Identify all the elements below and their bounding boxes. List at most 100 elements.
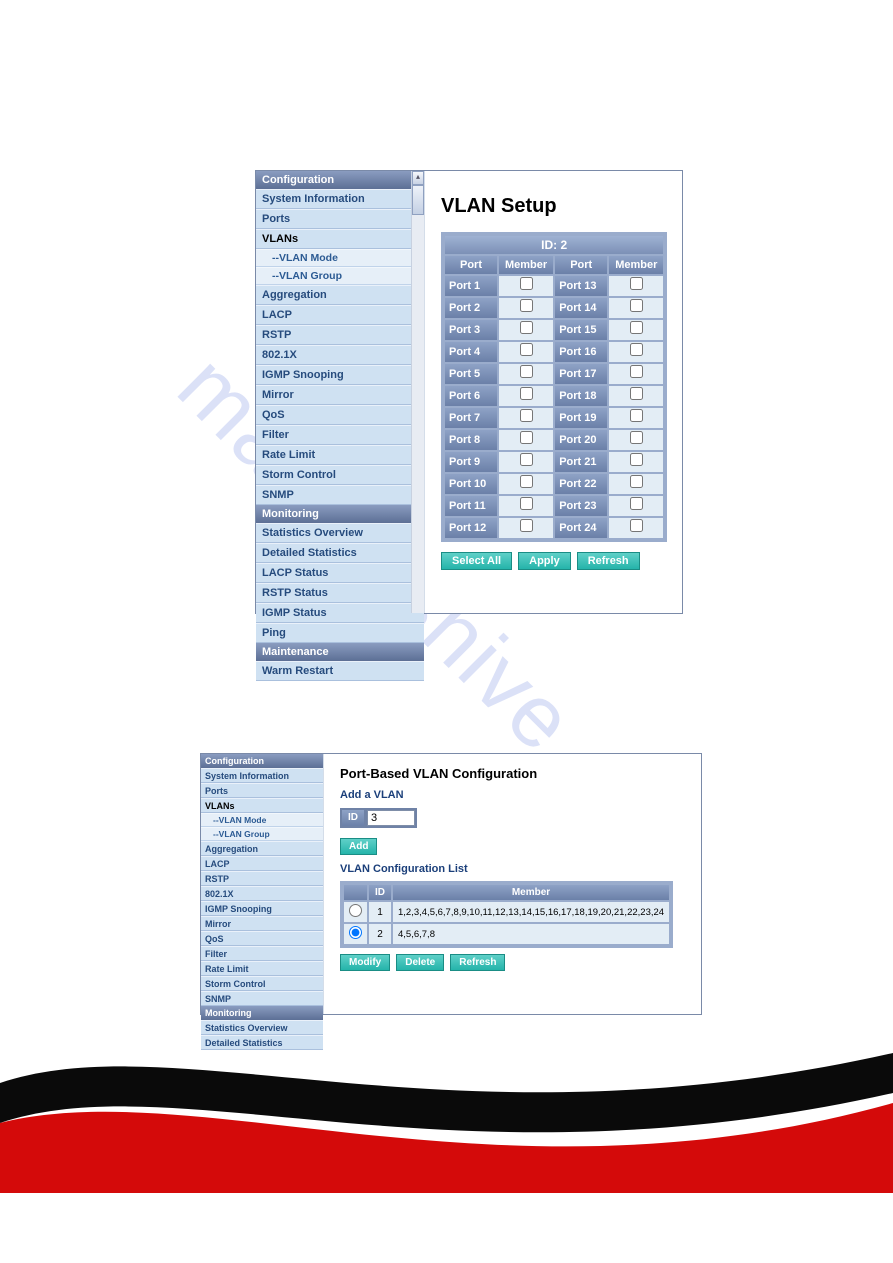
nav-section-configuration: Configuration (256, 171, 424, 189)
port-label: Port 20 (555, 430, 607, 450)
nav2-item-qos[interactable]: QoS (201, 931, 323, 946)
nav-item-ports[interactable]: Ports (256, 209, 424, 229)
nav-item-filter[interactable]: Filter (256, 425, 424, 445)
nav2-item-lacp[interactable]: LACP (201, 856, 323, 871)
nav-item-vlans[interactable]: VLANs (256, 229, 424, 249)
nav-item-detailed-statistics[interactable]: Detailed Statistics (256, 543, 424, 563)
nav2-item-rate-limit[interactable]: Rate Limit (201, 961, 323, 976)
port-member-checkbox[interactable] (520, 497, 533, 510)
port-member-checkbox[interactable] (630, 519, 643, 532)
port-member-checkbox[interactable] (630, 409, 643, 422)
port-member-checkbox[interactable] (630, 299, 643, 312)
port-label: Port 16 (555, 342, 607, 362)
nav-item-snmp[interactable]: SNMP (256, 485, 424, 505)
port-member-checkbox[interactable] (520, 387, 533, 400)
port-label: Port 7 (445, 408, 497, 428)
port-member-checkbox[interactable] (520, 343, 533, 356)
modify-button[interactable]: Modify (340, 954, 390, 971)
add-button[interactable]: Add (340, 838, 377, 855)
nav-item-qos[interactable]: QoS (256, 405, 424, 425)
col-member: Member (393, 885, 669, 900)
port-member-checkbox[interactable] (520, 431, 533, 444)
nav-item-mirror[interactable]: Mirror (256, 385, 424, 405)
vlan-row-radio[interactable] (349, 904, 362, 917)
port-member-checkbox[interactable] (520, 365, 533, 378)
nav2-item-igmp-snooping[interactable]: IGMP Snooping (201, 901, 323, 916)
port-member-checkbox[interactable] (630, 453, 643, 466)
port-member-checkbox[interactable] (520, 453, 533, 466)
port-label: Port 15 (555, 320, 607, 340)
nav-item-statistics-overview[interactable]: Statistics Overview (256, 523, 424, 543)
port-member-checkbox[interactable] (520, 409, 533, 422)
port-member-checkbox[interactable] (520, 277, 533, 290)
nav-item-igmp-snooping[interactable]: IGMP Snooping (256, 365, 424, 385)
nav-item-lacp-status[interactable]: LACP Status (256, 563, 424, 583)
nav-item-aggregation[interactable]: Aggregation (256, 285, 424, 305)
nav2-item-storm-control[interactable]: Storm Control (201, 976, 323, 991)
nav2-item-8021x[interactable]: 802.1X (201, 886, 323, 901)
port-member-checkbox[interactable] (630, 321, 643, 334)
nav-scrollbar[interactable]: ▴ (411, 171, 424, 613)
nav2-item-snmp[interactable]: SNMP (201, 991, 323, 1006)
nav-item-8021x[interactable]: 802.1X (256, 345, 424, 365)
refresh-button[interactable]: Refresh (577, 552, 640, 570)
nav2-item-system-information[interactable]: System Information (201, 768, 323, 783)
port-member-checkbox[interactable] (520, 475, 533, 488)
nav-item-warm-restart[interactable]: Warm Restart (256, 661, 424, 681)
nav2-item-rstp[interactable]: RSTP (201, 871, 323, 886)
port-member-checkbox[interactable] (630, 475, 643, 488)
port-label: Port 8 (445, 430, 497, 450)
nav-sub-vlan-group[interactable]: --VLAN Group (256, 267, 424, 285)
vlan-row-id: 2 (369, 924, 391, 944)
vlan-id-input[interactable] (367, 810, 415, 826)
delete-button[interactable]: Delete (396, 954, 444, 971)
port-member-checkbox[interactable] (630, 387, 643, 400)
nav2-sub-vlan-mode[interactable]: --VLAN Mode (201, 813, 323, 827)
nav-item-rate-limit[interactable]: Rate Limit (256, 445, 424, 465)
scroll-thumb[interactable] (412, 185, 424, 215)
nav-sub-vlan-mode[interactable]: --VLAN Mode (256, 249, 424, 267)
port-member-checkbox[interactable] (630, 343, 643, 356)
nav2-item-vlans[interactable]: VLANs (201, 798, 323, 813)
nav-item-storm-control[interactable]: Storm Control (256, 465, 424, 485)
scroll-up-icon[interactable]: ▴ (412, 171, 424, 185)
port-member-checkbox[interactable] (520, 321, 533, 334)
apply-button[interactable]: Apply (518, 552, 571, 570)
id-label: ID (342, 810, 364, 826)
nav-sidebar-2: Configuration System Information Ports V… (201, 754, 324, 1014)
port-member-checkbox[interactable] (630, 365, 643, 378)
nav2-item-filter[interactable]: Filter (201, 946, 323, 961)
nav-item-igmp-status[interactable]: IGMP Status (256, 603, 424, 623)
add-vlan-id-box: ID (340, 808, 417, 828)
port-member-checkbox[interactable] (630, 277, 643, 290)
port-member-checkbox[interactable] (630, 431, 643, 444)
port-label: Port 6 (445, 386, 497, 406)
vlan-row-id: 1 (369, 902, 391, 922)
nav2-item-aggregation[interactable]: Aggregation (201, 841, 323, 856)
nav-item-rstp-status[interactable]: RSTP Status (256, 583, 424, 603)
nav-item-system-information[interactable]: System Information (256, 189, 424, 209)
port-member-checkbox[interactable] (630, 497, 643, 510)
nav-item-lacp[interactable]: LACP (256, 305, 424, 325)
nav2-sub-vlan-group[interactable]: --VLAN Group (201, 827, 323, 841)
port-label: Port 12 (445, 518, 497, 538)
select-all-button[interactable]: Select All (441, 552, 512, 570)
port-label: Port 10 (445, 474, 497, 494)
col-member-right: Member (609, 256, 663, 274)
nav2-item-mirror[interactable]: Mirror (201, 916, 323, 931)
nav-item-ping[interactable]: Ping (256, 623, 424, 643)
footer-wave-graphic (0, 1013, 893, 1193)
page-title: VLAN Setup (441, 195, 672, 218)
port-member-checkbox[interactable] (520, 519, 533, 532)
port-label: Port 19 (555, 408, 607, 428)
nav-item-rstp[interactable]: RSTP (256, 325, 424, 345)
vlan-row-radio[interactable] (349, 926, 362, 939)
refresh-button-2[interactable]: Refresh (450, 954, 505, 971)
vlan-row-member: 1,2,3,4,5,6,7,8,9,10,11,12,13,14,15,16,1… (393, 902, 669, 922)
nav2-item-ports[interactable]: Ports (201, 783, 323, 798)
port-member-checkbox[interactable] (520, 299, 533, 312)
nav-sidebar: Configuration System Information Ports V… (256, 171, 425, 613)
page-title-2: Port-Based VLAN Configuration (340, 766, 693, 781)
screenshot-port-based-vlan: Configuration System Information Ports V… (200, 753, 702, 1015)
port-label: Port 22 (555, 474, 607, 494)
